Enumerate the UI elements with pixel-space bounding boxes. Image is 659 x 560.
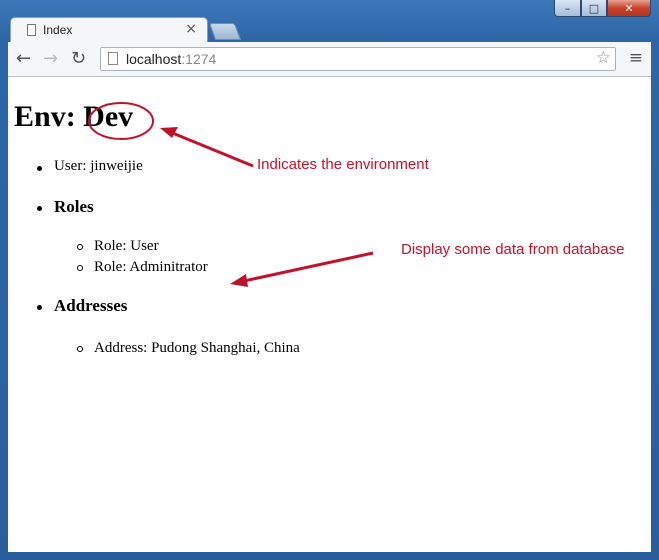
back-arrow-icon[interactable]: ← [16,48,31,69]
data-arrow-line [243,251,374,283]
data-arrow-head [230,274,248,287]
env-arrow-line [169,130,254,168]
forward-arrow-icon[interactable]: → [43,48,58,69]
env-highlight-ellipse [88,102,154,140]
browser-toolbar: ← → ↻ localhost:1274 ☆ ≡ [8,42,651,77]
address-bar[interactable]: localhost:1274 ☆ [100,47,616,71]
env-annotation: Indicates the environment [257,156,429,173]
close-window-button[interactable]: ✕ [607,0,651,17]
page-viewport: Env: Dev User: jinweijie Roles Role: Use… [8,77,651,552]
menu-icon[interactable]: ≡ [629,48,643,68]
page-icon [108,52,118,65]
page-favicon-icon [27,24,36,36]
browser-tab[interactable]: Index × [10,17,208,42]
reload-icon[interactable]: ↻ [71,48,86,69]
maximize-button[interactable]: □ [581,0,607,17]
tab-title: Index [43,23,73,37]
browser-window: – □ ✕ Index × ← → ↻ localhost:1274 ☆ ≡ E… [0,0,659,560]
env-arrow-head [160,127,178,138]
url-host: localhost [126,51,182,67]
window-caption-buttons: – □ ✕ [554,0,651,18]
minimize-button[interactable]: – [554,0,581,17]
new-tab-button[interactable] [208,23,242,40]
url-text[interactable]: localhost:1274 [126,51,216,67]
data-annotation: Display some data from database [401,241,625,258]
annotation-overlay [88,102,374,287]
tab-close-icon[interactable]: × [185,21,197,37]
url-port: :1274 [181,51,217,67]
bookmark-star-icon[interactable]: ☆ [596,48,611,68]
